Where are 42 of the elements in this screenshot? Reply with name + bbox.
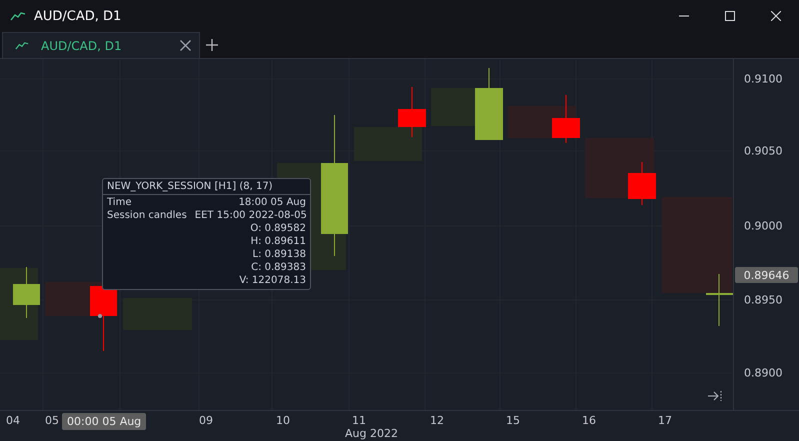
price-label: 0.9100 [744,72,782,86]
chart-line-icon [10,11,26,21]
date-label: 09 [199,414,213,427]
candle [552,94,580,144]
date-label: 17 [658,414,672,427]
chart-line-icon [15,41,29,50]
tooltip-value: V: 122078.13 [239,275,306,286]
candle [13,266,40,318]
tooltip-value: C: 0.89383 [251,262,306,273]
price-label: 0.8900 [744,366,782,380]
close-icon[interactable] [771,11,781,21]
tooltip-value: O: 0.89582 [250,223,306,234]
candle [706,274,733,326]
price-label: 0.9000 [744,220,782,232]
scroll-to-end-icon[interactable] [707,390,723,402]
date-label: 12 [430,414,444,427]
candle [628,162,656,206]
tooltip-value: 18:00 05 Aug [238,197,306,208]
date-label: 04 [6,414,20,427]
date-label: 15 [506,414,520,427]
date-label: 16 [582,414,596,427]
crosshair-date-label: 00:00 05 Aug [62,413,146,430]
month-label: Aug 2022 [345,427,398,440]
tooltip-value: EET 15:00 2022-08-05 [194,210,307,221]
crosshair-point [98,314,102,318]
date-label: 10 [276,414,290,427]
price-label: 0.9050 [744,144,782,158]
price-label: 0.8950 [744,294,782,306]
maximize-icon[interactable] [725,11,735,21]
candle [398,86,426,138]
chart-tab[interactable]: AUD/CAD, D1 [2,32,200,58]
tooltip-value: H: 0.89611 [250,236,306,247]
date-label: 11 [352,414,366,427]
tooltip-title: NEW_YORK_SESSION [H1] (8, 17) [103,179,310,195]
tooltip-label: Session candles [107,210,187,221]
date-label: 05 [45,414,59,427]
tooltip-label: Time [107,197,132,208]
current-price-label: 0.89646 [735,267,798,283]
close-tab-icon[interactable] [180,40,191,51]
window-title: AUD/CAD, D1 [34,8,122,24]
plus-icon[interactable] [206,39,218,51]
tooltip-value: L: 0.89138 [252,249,306,260]
